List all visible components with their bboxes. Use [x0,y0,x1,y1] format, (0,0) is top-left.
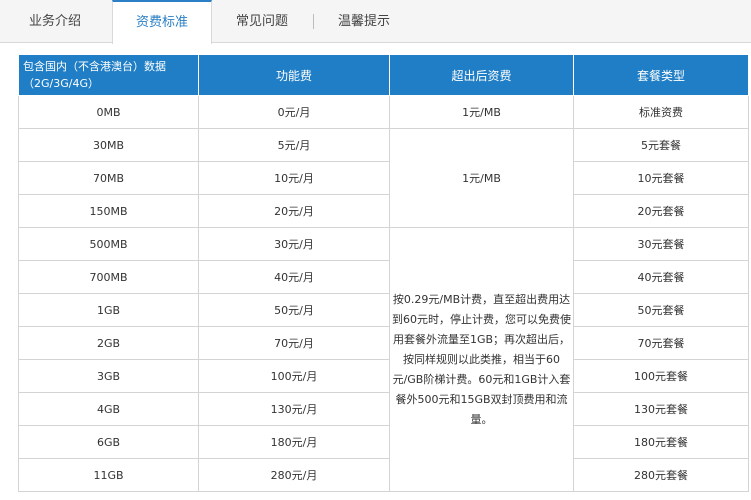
header-data-volume: 包含国内（不含港澳台）数据（2G/3G/4G） [18,54,199,96]
cell-type: 5元套餐 [573,128,749,162]
cell-data: 4GB [18,392,199,426]
tab-tips[interactable]: 温馨提示 [328,0,400,43]
cell-fee: 40元/月 [198,260,390,294]
cell-fee: 10元/月 [198,161,390,195]
cell-fee: 30元/月 [198,227,390,261]
cell-data: 11GB [18,458,199,492]
header-overage: 超出后资费 [389,54,574,96]
cell-fee: 280元/月 [198,458,390,492]
table-row: 700MB 40元/月 40元套餐 [18,260,749,294]
cell-fee: 180元/月 [198,425,390,459]
table-row: 1GB 50元/月 50元套餐 [18,293,749,327]
tab-faq[interactable]: 常见问题 [226,0,298,43]
table-row: 0MB 0元/月 1元/MB 标准资费 [18,95,749,129]
header-fee: 功能费 [198,54,390,96]
table-row: 6GB 180元/月 180元套餐 [18,425,749,459]
tab-separator [313,14,314,29]
table-row: 2GB 70元/月 70元套餐 [18,326,749,360]
cell-overage: 1元/MB [389,128,574,228]
cell-data: 30MB [18,128,199,162]
cell-data: 3GB [18,359,199,393]
cell-type: 40元套餐 [573,260,749,294]
table-row: 70MB 10元/月 10元套餐 [18,161,749,195]
cell-type: 30元套餐 [573,227,749,261]
cell-data: 0MB [18,95,199,129]
cell-fee: 50元/月 [198,293,390,327]
tab-bar: 业务介绍 资费标准 常见问题 温馨提示 [0,0,751,44]
cell-type: 10元套餐 [573,161,749,195]
cell-fee: 5元/月 [198,128,390,162]
table-row: 11GB 280元/月 280元套餐 [18,458,749,492]
table-row: 150MB 20元/月 20元套餐 [18,194,749,228]
table-row: 4GB 130元/月 130元套餐 [18,392,749,426]
cell-type: 100元套餐 [573,359,749,393]
tab-business-intro[interactable]: 业务介绍 [14,0,96,43]
cell-type: 180元套餐 [573,425,749,459]
cell-type: 280元套餐 [573,458,749,492]
cell-data: 2GB [18,326,199,360]
cell-overage: 1元/MB [389,95,574,129]
tab-pricing[interactable]: 资费标准 [112,0,212,44]
header-plan-type: 套餐类型 [573,54,749,96]
cell-data: 1GB [18,293,199,327]
cell-data: 150MB [18,194,199,228]
cell-type: 50元套餐 [573,293,749,327]
cell-fee: 100元/月 [198,359,390,393]
table-header-row: 包含国内（不含港澳台）数据（2G/3G/4G） 功能费 超出后资费 套餐类型 [18,54,749,96]
pricing-table: 包含国内（不含港澳台）数据（2G/3G/4G） 功能费 超出后资费 套餐类型 0… [18,54,749,492]
table-row: 500MB 30元/月 按0.29元/MB计费，直至超出费用达到60元时，停止计… [18,227,749,492]
cell-type: 标准资费 [573,95,749,129]
cell-fee: 70元/月 [198,326,390,360]
cell-overage-tiered: 按0.29元/MB计费，直至超出费用达到60元时，停止计费，您可以免费使用套餐外… [389,227,574,492]
cell-fee: 0元/月 [198,95,390,129]
cell-data: 70MB [18,161,199,195]
cell-type: 130元套餐 [573,392,749,426]
cell-data: 700MB [18,260,199,294]
cell-fee: 130元/月 [198,392,390,426]
cell-fee: 20元/月 [198,194,390,228]
cell-data: 500MB [18,227,199,261]
table-row: 3GB 100元/月 100元套餐 [18,359,749,393]
cell-type: 20元套餐 [573,194,749,228]
cell-data: 6GB [18,425,199,459]
cell-type: 70元套餐 [573,326,749,360]
table-row: 30MB 5元/月 1元/MB 5元套餐 [18,128,749,228]
